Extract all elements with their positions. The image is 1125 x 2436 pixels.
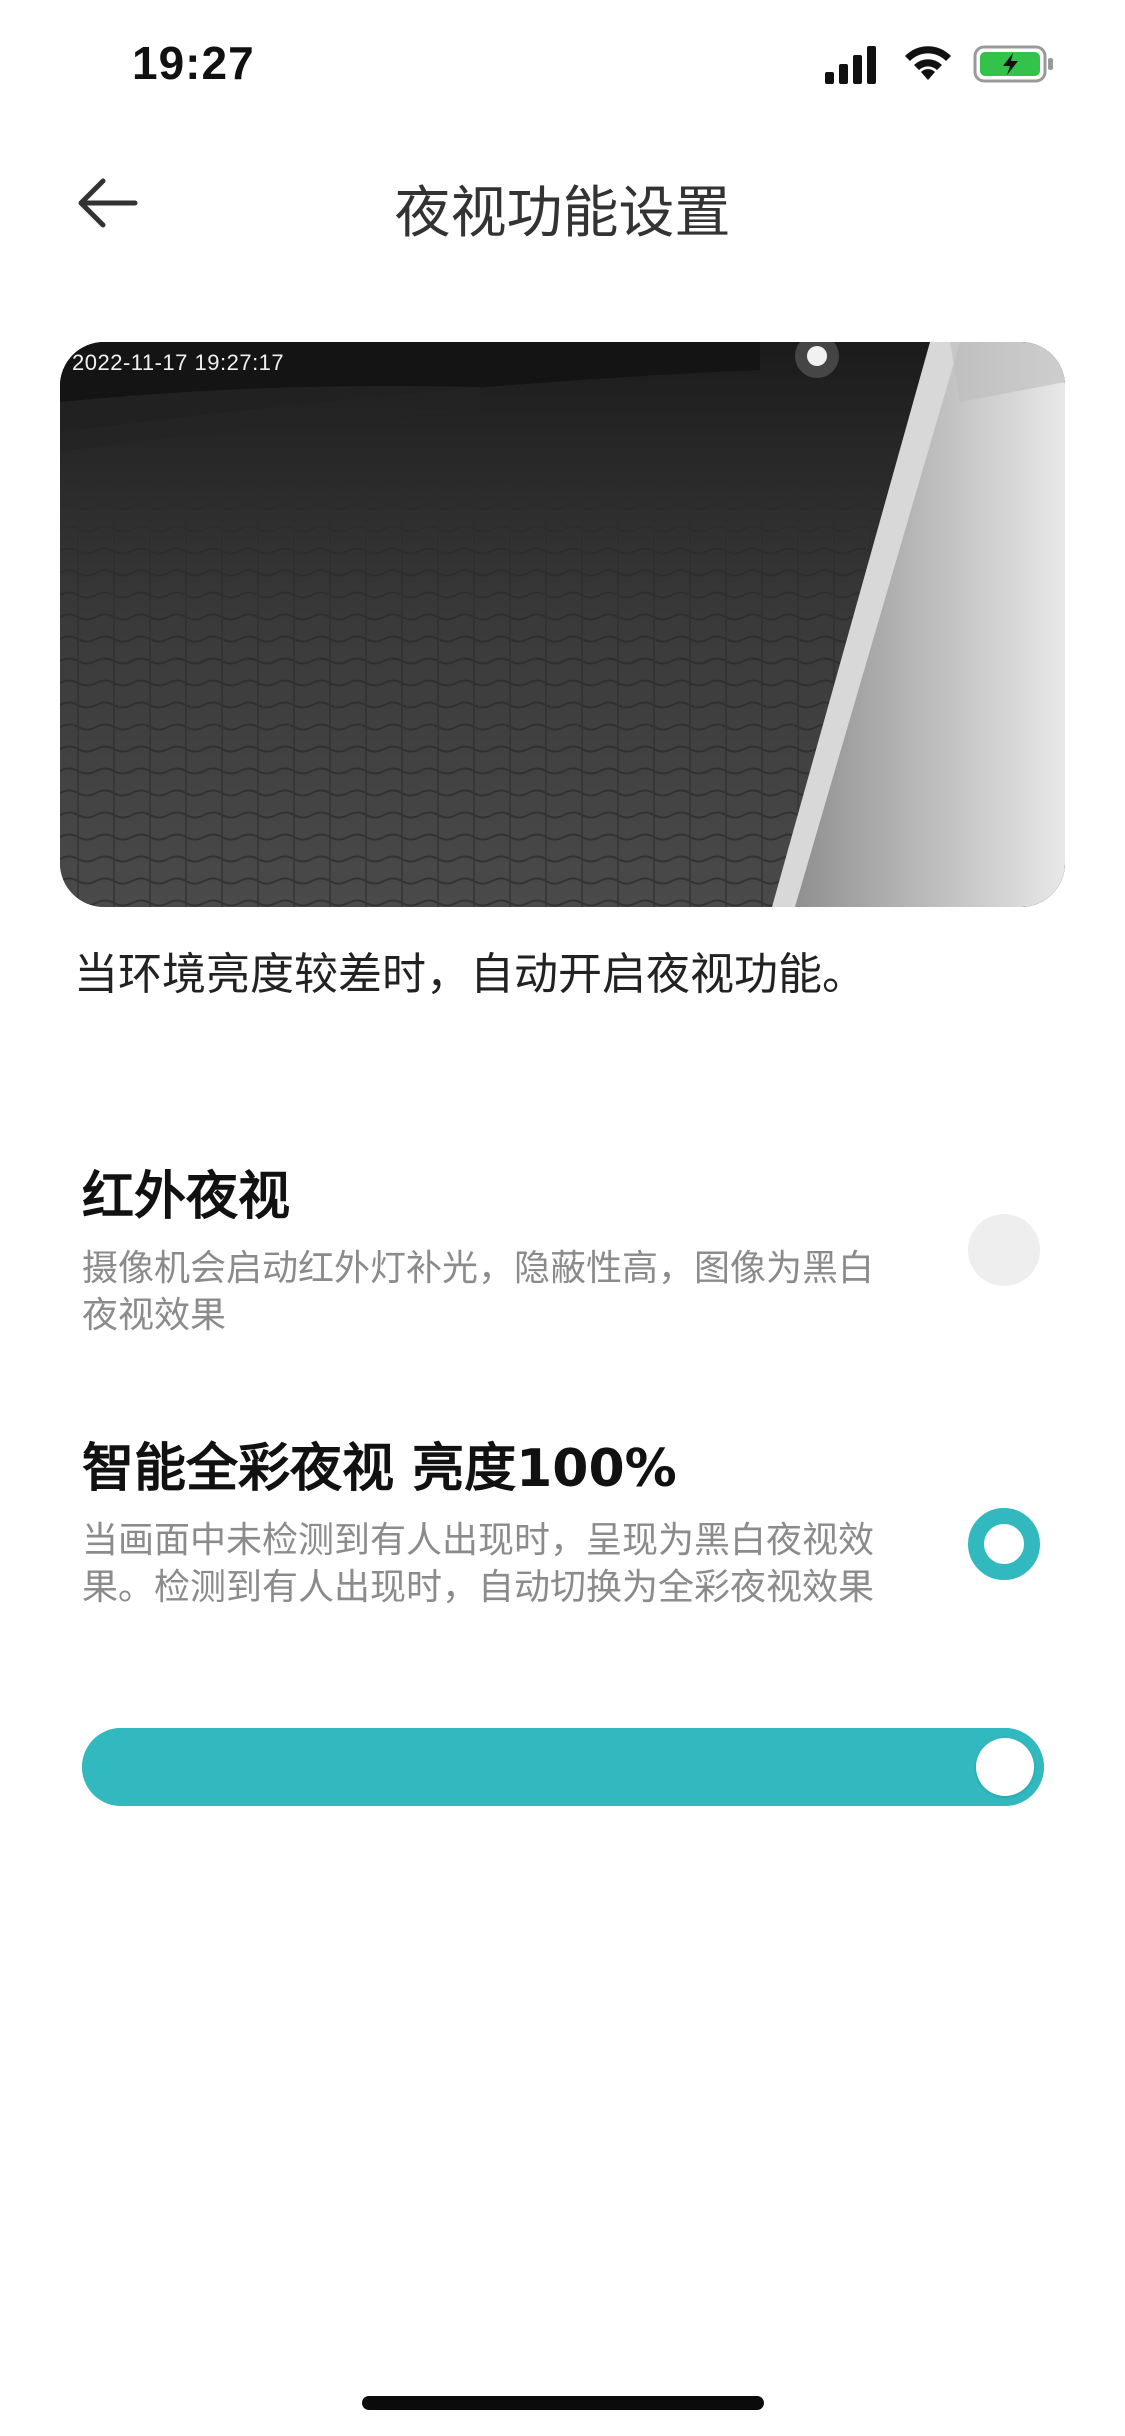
- home-indicator[interactable]: [362, 2396, 764, 2410]
- header: 夜视功能设置: [0, 150, 1125, 260]
- status-time: 19:27: [132, 37, 255, 89]
- camera-preview-image: [60, 342, 1065, 907]
- status-icons: [823, 44, 1055, 88]
- option-full-color-title: 智能全彩夜视 亮度100%: [82, 1439, 677, 1499]
- option-full-color-description: 当画面中未检测到有人出现时，呈现为黑白夜视效果。检测到有人出现时，自动切换为全彩…: [82, 1519, 875, 1608]
- radio-infrared[interactable]: [968, 1214, 1040, 1286]
- wifi-icon: [901, 44, 955, 88]
- brightness-slider-fill: [82, 1728, 1044, 1806]
- preview-timestamp: 2022-11-17 19:27:17: [72, 350, 285, 375]
- radio-full-color[interactable]: [968, 1508, 1040, 1580]
- option-infrared-title: 红外夜视: [82, 1167, 291, 1227]
- brightness-slider[interactable]: [82, 1728, 1044, 1806]
- signal-icon: [823, 44, 883, 88]
- status-bar: 19:27: [0, 0, 1125, 132]
- brightness-slider-thumb[interactable]: [976, 1738, 1034, 1796]
- camera-preview[interactable]: 2022-11-17 19:27:17: [60, 342, 1065, 907]
- intro-text: 当环境亮度较差时，自动开启夜视功能。: [74, 949, 866, 1000]
- battery-charging-icon: [973, 44, 1055, 88]
- option-infrared-description: 摄像机会启动红外灯补光，隐蔽性高，图像为黑白夜视效果: [82, 1247, 875, 1336]
- option-full-color[interactable]: 智能全彩夜视 亮度100% 当画面中未检测到有人出现时，呈现为黑白夜视效果。检测…: [82, 1439, 1062, 1611]
- option-infrared[interactable]: 红外夜视 摄像机会启动红外灯补光，隐蔽性高，图像为黑白夜视效果: [82, 1167, 1062, 1339]
- page-title: 夜视功能设置: [394, 181, 731, 246]
